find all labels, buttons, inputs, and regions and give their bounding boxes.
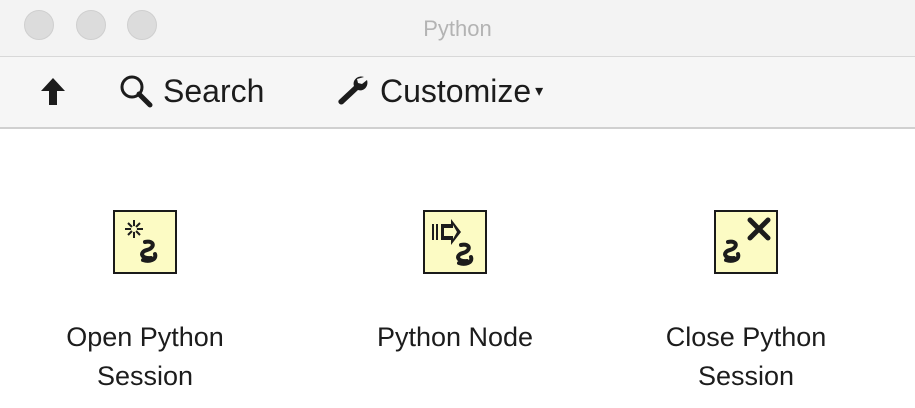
palette-item-open-python-session[interactable]: Open Python Session (35, 210, 255, 396)
up-button[interactable] (40, 71, 66, 111)
customize-button[interactable]: Customize ▾ (334, 71, 543, 111)
toolbar: Search Customize ▾ (0, 57, 915, 129)
palette-window: Python Search Customize ▾ Open Python Se… (0, 0, 915, 408)
palette-item-label: Python Node (376, 322, 534, 352)
close-python-session-icon (714, 210, 778, 274)
palette-item-close-python-session[interactable]: Close Python Session (636, 210, 856, 396)
palette-item-label: Open Python Session (66, 322, 224, 391)
function-palette: Open Python Session Python Node Close Py… (0, 129, 915, 408)
window-title: Python (423, 16, 492, 41)
customize-label: Customize (380, 72, 532, 109)
search-icon (117, 73, 157, 109)
search-label: Search (163, 72, 265, 109)
python-node-icon (423, 210, 487, 274)
wrench-icon (334, 73, 374, 109)
search-button[interactable]: Search (117, 71, 264, 111)
open-python-session-icon (113, 210, 177, 274)
title-bar[interactable]: Python (0, 0, 915, 57)
chevron-down-icon: ▾ (535, 83, 544, 100)
palette-item-python-node[interactable]: Python Node (345, 210, 565, 357)
up-arrow-icon (40, 76, 66, 106)
palette-item-label: Close Python Session (665, 322, 827, 391)
